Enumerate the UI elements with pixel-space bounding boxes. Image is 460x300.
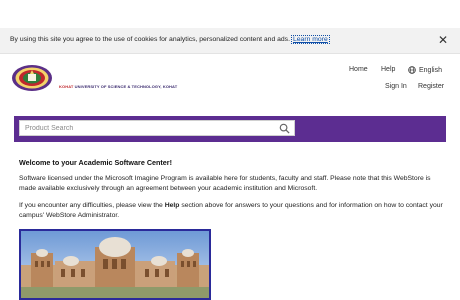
university-name-red: KOHAT bbox=[59, 84, 74, 89]
language-label: English bbox=[419, 66, 442, 74]
learn-more-link[interactable]: Learn more bbox=[290, 35, 330, 44]
search-band bbox=[14, 116, 446, 142]
site-header: KOHAT UNIVERSITY OF SCIENCE & TECHNOLOGY… bbox=[0, 54, 460, 116]
sign-in-link[interactable]: Sign In bbox=[385, 83, 407, 90]
language-selector[interactable]: English bbox=[408, 66, 442, 74]
cookie-message: By using this site you agree to the use … bbox=[10, 35, 330, 44]
cookie-banner: By using this site you agree to the use … bbox=[0, 28, 460, 54]
globe-icon bbox=[408, 66, 416, 74]
close-icon[interactable]: ✕ bbox=[436, 33, 450, 47]
cookie-message-text: By using this site you agree to the use … bbox=[10, 36, 290, 43]
university-name-rest: UNIVERSITY OF SCIENCE & TECHNOLOGY, KOHA… bbox=[74, 84, 178, 89]
main-content: Welcome to your Academic Software Center… bbox=[19, 158, 449, 221]
nav-help-link[interactable]: Help bbox=[381, 66, 395, 73]
university-name: KOHAT UNIVERSITY OF SCIENCE & TECHNOLOGY… bbox=[59, 84, 177, 89]
help-paragraph-pre: If you encounter any difficulties, pleas… bbox=[19, 202, 165, 209]
top-spacer bbox=[0, 0, 460, 28]
search-icon[interactable] bbox=[279, 123, 290, 134]
search-box bbox=[19, 120, 295, 136]
register-link[interactable]: Register bbox=[418, 83, 444, 90]
intro-paragraph: Software licensed under the Microsoft Im… bbox=[19, 175, 431, 192]
help-paragraph-bold: Help bbox=[164, 202, 180, 209]
nav-home-link[interactable]: Home bbox=[349, 66, 368, 73]
campus-building-illustration bbox=[21, 231, 209, 298]
product-search-input[interactable] bbox=[20, 121, 276, 135]
help-paragraph: If you encounter any difficulties, pleas… bbox=[19, 201, 449, 221]
welcome-heading: Welcome to your Academic Software Center… bbox=[19, 158, 172, 167]
campus-banner-image bbox=[19, 229, 211, 300]
university-logo[interactable] bbox=[11, 64, 53, 92]
